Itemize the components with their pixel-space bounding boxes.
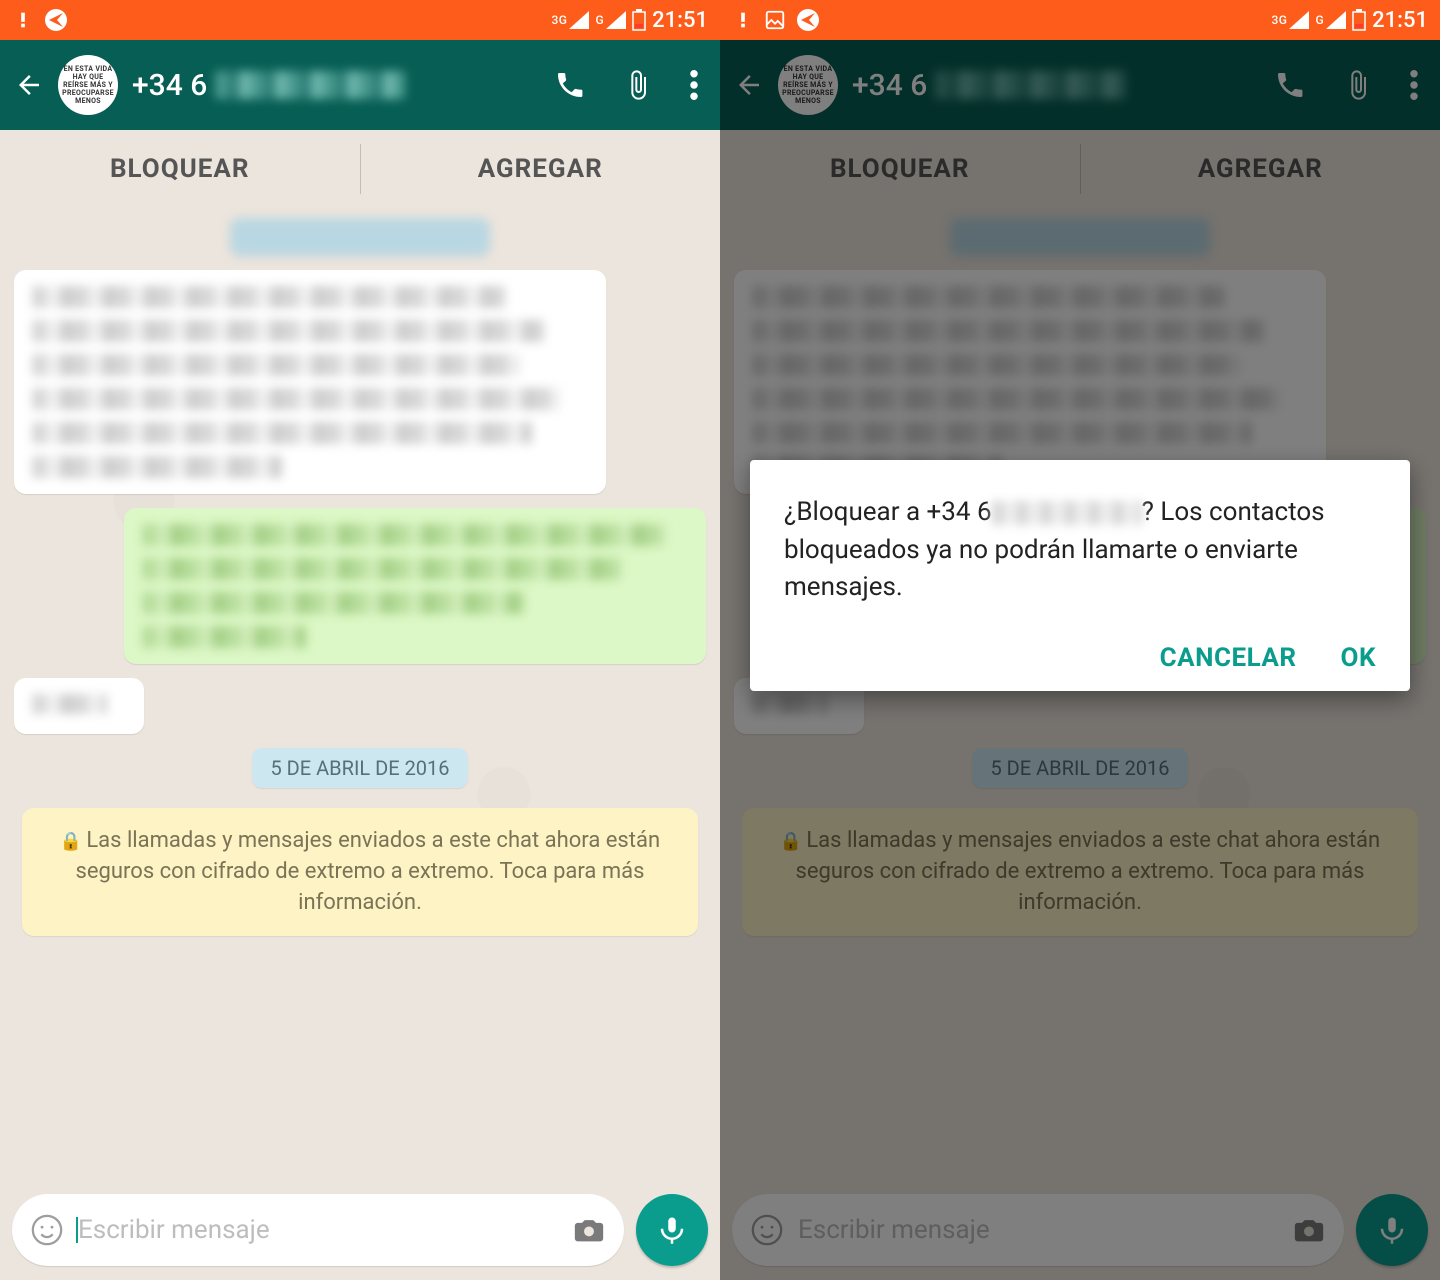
phone-right: 3G G 21:51 EN ESTA VIDA HAY QUE REÍRSE M…	[720, 0, 1440, 1280]
status-right-icons: 3G G 21:51	[1271, 8, 1428, 33]
status-bar: 3G G 21:51	[0, 0, 720, 40]
contact-name-redacted	[215, 71, 405, 99]
input-bar: Escribir mensaje	[0, 1184, 720, 1280]
status-right-icons: 3G G 21:51	[551, 8, 708, 33]
dialog-message: ¿Bloquear a +34 6? Los contactos bloquea…	[784, 494, 1376, 607]
network-label-g: G	[1315, 15, 1324, 25]
chat-scroll-area[interactable]: 5 DE ABRIL DE 2016 🔒Las llamadas y mensa…	[0, 208, 720, 1184]
block-confirm-dialog: ¿Bloquear a +34 6? Los contactos bloquea…	[750, 460, 1410, 691]
more-button[interactable]	[690, 70, 698, 100]
warning-icon	[12, 9, 34, 31]
camera-button[interactable]	[572, 1213, 606, 1247]
network-label-3g: 3G	[1271, 15, 1287, 25]
chat-header: EN ESTA VIDA HAY QUE REÍRSE MÁS Y PREOCU…	[0, 40, 720, 130]
emoji-button[interactable]	[30, 1213, 64, 1247]
message-content-redacted	[32, 694, 126, 714]
message-content-redacted	[142, 524, 688, 648]
clock: 21:51	[652, 8, 708, 33]
signal-icon	[1289, 11, 1309, 29]
encryption-notice[interactable]: 🔒Las llamadas y mensajes enviados a este…	[22, 808, 698, 936]
lock-icon: 🔒	[60, 831, 82, 852]
signal-icon-2	[606, 11, 626, 29]
signal-icon	[569, 11, 589, 29]
location-icon	[796, 8, 820, 32]
encryption-text: Las llamadas y mensajes enviados a este …	[76, 828, 661, 915]
message-content-redacted	[32, 286, 588, 478]
attach-button[interactable]	[622, 69, 654, 101]
status-left-icons	[732, 8, 820, 32]
message-input-placeholder: Escribir mensaje	[78, 1215, 558, 1245]
call-button[interactable]	[554, 69, 586, 101]
message-incoming[interactable]	[14, 270, 606, 494]
avatar-text: EN ESTA VIDA HAY QUE REÍRSE MÁS Y PREOCU…	[62, 65, 114, 105]
dialog-cancel-button[interactable]: CANCELAR	[1160, 643, 1297, 673]
contact-avatar[interactable]: EN ESTA VIDA HAY QUE REÍRSE MÁS Y PREOCU…	[58, 55, 118, 115]
date-chip: 5 DE ABRIL DE 2016	[252, 748, 467, 788]
date-chip-redacted	[230, 218, 490, 256]
block-add-bar: BLOQUEAR AGREGAR	[0, 130, 720, 208]
status-left-icons	[12, 8, 68, 32]
status-bar: 3G G 21:51	[720, 0, 1440, 40]
battery-low-icon	[632, 9, 646, 31]
voice-record-button[interactable]	[636, 1194, 708, 1266]
add-contact-button[interactable]: AGREGAR	[361, 130, 721, 208]
clock: 21:51	[1372, 8, 1428, 33]
message-input[interactable]: Escribir mensaje	[12, 1194, 624, 1266]
message-outgoing[interactable]	[124, 508, 706, 664]
contact-name[interactable]: +34 6	[132, 68, 540, 103]
image-icon	[764, 9, 786, 31]
battery-low-icon	[1352, 9, 1366, 31]
contact-name-prefix: +34 6	[132, 68, 207, 103]
signal-icon-2	[1326, 11, 1346, 29]
dialog-number-redacted	[992, 501, 1142, 525]
location-icon	[44, 8, 68, 32]
back-button[interactable]	[14, 70, 44, 100]
text-caret	[76, 1217, 78, 1243]
network-label-g: G	[595, 15, 604, 25]
network-label-3g: 3G	[551, 15, 567, 25]
block-button[interactable]: BLOQUEAR	[0, 130, 360, 208]
warning-icon	[732, 9, 754, 31]
phone-left: 3G G 21:51 EN ESTA VIDA HAY QUE REÍRSE M…	[0, 0, 720, 1280]
dialog-ok-button[interactable]: OK	[1341, 643, 1376, 673]
message-incoming-short[interactable]	[14, 678, 144, 734]
